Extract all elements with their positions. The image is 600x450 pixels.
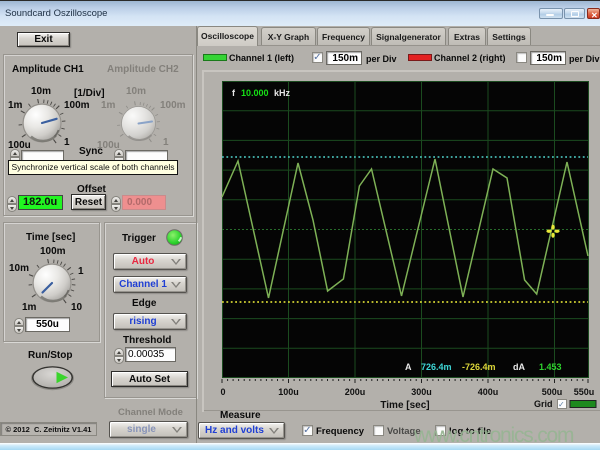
svg-text:✓: ✓ — [558, 400, 565, 409]
svg-text:10.000: 10.000 — [241, 88, 269, 98]
svg-text:A: A — [405, 362, 412, 372]
svg-text:400u: 400u — [478, 387, 499, 397]
svg-text:Time [sec]: Time [sec] — [380, 400, 429, 411]
svg-text:-726.4m: -726.4m — [462, 362, 496, 372]
svg-text:500u: 500u — [542, 387, 563, 397]
svg-text:726.4m: 726.4m — [421, 362, 452, 372]
svg-text:100u: 100u — [278, 387, 299, 397]
svg-text:0: 0 — [220, 387, 225, 397]
svg-text:kHz: kHz — [274, 88, 291, 98]
svg-text:Grid: Grid — [534, 399, 553, 409]
svg-text:1.453: 1.453 — [539, 362, 562, 372]
svg-text:200u: 200u — [345, 387, 366, 397]
svg-text:550u: 550u — [574, 387, 595, 397]
svg-text:300u: 300u — [411, 387, 432, 397]
svg-text:dA: dA — [513, 362, 525, 372]
